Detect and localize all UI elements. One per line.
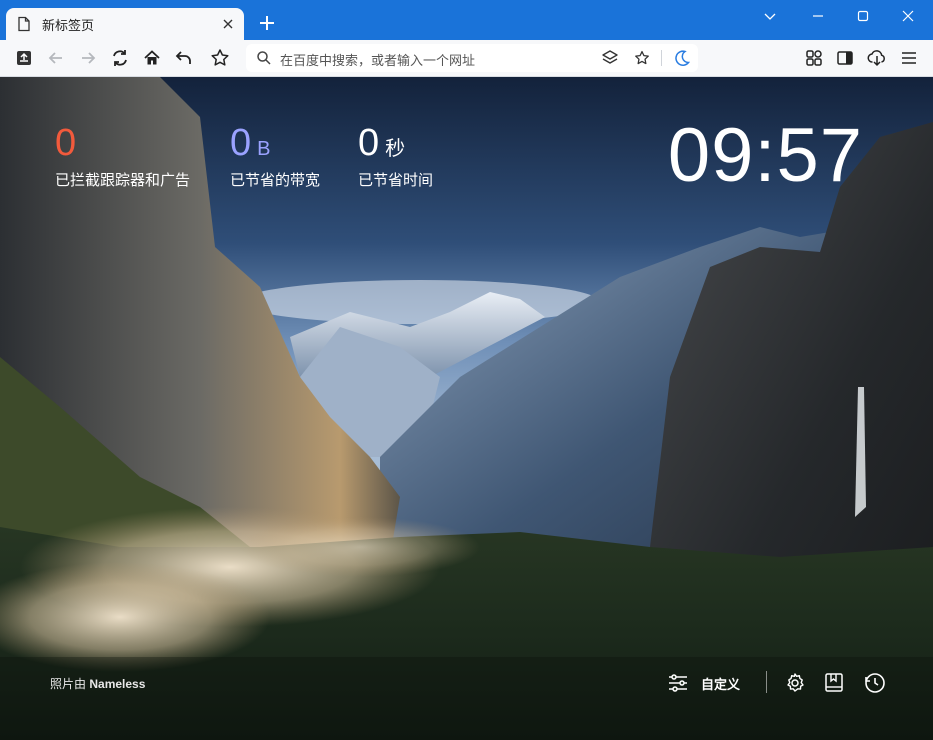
sliders-icon: [669, 674, 687, 692]
bookmarks-button[interactable]: [824, 669, 844, 697]
forward-button[interactable]: [77, 47, 99, 69]
bottom-divider: [766, 671, 767, 693]
stack-icon: [602, 50, 618, 64]
star-icon: [211, 49, 229, 66]
trackers-stat: 0 已拦截跟踪器和广告: [55, 123, 190, 190]
sidebar-button[interactable]: [834, 47, 856, 69]
back-icon: [48, 52, 62, 64]
settings-button[interactable]: [784, 669, 806, 697]
maximize-icon: [857, 10, 869, 22]
address-divider: [661, 50, 662, 66]
home-icon: [144, 50, 160, 65]
gear-icon: [787, 673, 804, 692]
minimize-button[interactable]: [795, 0, 841, 32]
close-window-icon: [902, 10, 914, 22]
time-label: 已节省时间: [358, 172, 434, 189]
menu-icon: [902, 52, 916, 64]
share-button[interactable]: [13, 47, 35, 69]
forward-icon: [82, 52, 96, 64]
customize-label: 自定义: [701, 676, 741, 692]
address-bar[interactable]: 在百度中搜索，或者输入一个网址: [246, 44, 698, 72]
add-favorite-button[interactable]: [632, 48, 652, 68]
time-value: 0: [358, 122, 380, 164]
search-icon: [257, 51, 271, 65]
plus-icon[interactable]: [256, 12, 278, 34]
clock: 09:57: [667, 113, 863, 198]
tab-list-button[interactable]: [747, 0, 793, 32]
dark-mode-button[interactable]: [672, 48, 692, 68]
minimize-icon: [813, 15, 823, 17]
customize-button[interactable]: 自定义: [667, 669, 740, 697]
bandwidth-label: 已节省的带宽: [230, 172, 321, 189]
browser-window: 新标签页 在百度中搜索，或者输入一个网址 0 已拦截跟踪器和广告 0 B 已节省…: [0, 0, 933, 740]
menu-button[interactable]: [898, 47, 920, 69]
immersive-translate-button[interactable]: [600, 48, 620, 68]
favorites-button[interactable]: [209, 47, 231, 69]
sidebar-icon: [837, 51, 853, 65]
close-window-button[interactable]: [885, 0, 931, 32]
reload-icon: [113, 50, 127, 66]
share-icon: [17, 51, 31, 65]
title-bar: 新标签页: [0, 0, 933, 40]
extensions-button[interactable]: [803, 47, 825, 69]
history-button[interactable]: [863, 669, 887, 697]
tab-title: 新标签页: [42, 17, 95, 33]
download-button[interactable]: [866, 47, 888, 69]
undo-close-tab-button[interactable]: [173, 47, 195, 69]
time-stat: 0秒 已节省时间: [358, 123, 433, 190]
history-icon: [865, 673, 885, 693]
bandwidth-stat: 0B 已节省的带宽: [230, 123, 320, 190]
back-button[interactable]: [45, 47, 67, 69]
reload-button[interactable]: [109, 47, 131, 69]
photo-credit[interactable]: 照片由 Nameless: [50, 675, 145, 692]
chevron-down-icon: [764, 13, 776, 20]
credit-author[interactable]: Nameless: [89, 677, 145, 691]
download-icon: [867, 50, 885, 67]
toolbar: 在百度中搜索，或者输入一个网址: [0, 40, 933, 77]
trackers-label: 已拦截跟踪器和广告: [55, 172, 191, 189]
credit-prefix: 照片由: [50, 677, 87, 691]
time-unit: 秒: [385, 138, 406, 160]
doc-icon: [18, 16, 30, 32]
home-button[interactable]: [141, 47, 163, 69]
maximize-button[interactable]: [840, 0, 886, 32]
bandwidth-unit: B: [257, 138, 271, 160]
bookmark-icon: [825, 673, 843, 692]
address-input[interactable]: 在百度中搜索，或者输入一个网址: [280, 50, 475, 69]
undo-icon: [175, 51, 191, 64]
extensions-icon: [806, 50, 822, 66]
new-tab-page: 0 已拦截跟踪器和广告 0B 已节省的带宽 0秒 已节省时间 09:57 照片由…: [0, 77, 933, 740]
moon-icon: [675, 50, 691, 66]
close-icon[interactable]: [220, 16, 236, 32]
trackers-count: 0: [55, 122, 77, 164]
tab-new-tab[interactable]: 新标签页: [6, 8, 244, 40]
bandwidth-value: 0: [230, 122, 252, 164]
bookmark-star-icon: [635, 50, 649, 65]
